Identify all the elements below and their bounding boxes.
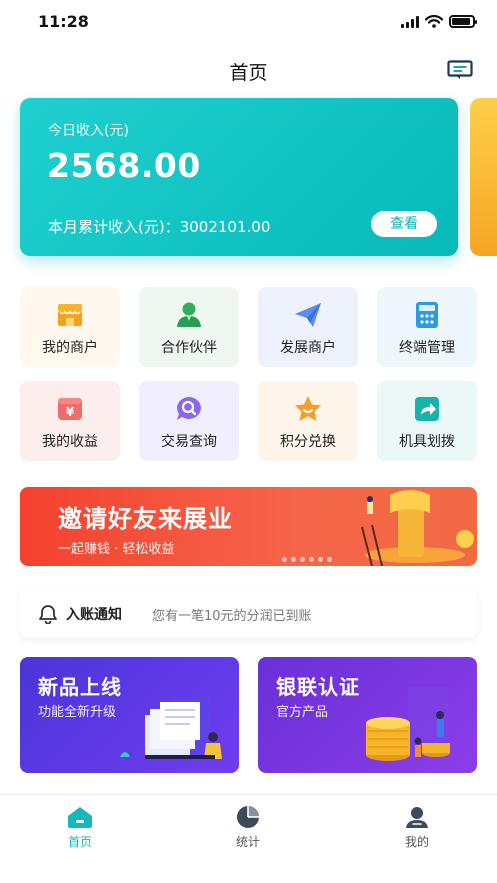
- search-chat-icon: [177, 397, 201, 420]
- menu-item-my-earnings[interactable]: ¥ 我的收益: [20, 381, 120, 461]
- menu-item-label: 发展商户: [280, 340, 336, 356]
- menu-item-device-transfer[interactable]: 机具划拨: [377, 381, 477, 461]
- message-icon[interactable]: [447, 60, 473, 80]
- tab-statistics[interactable]: 统计: [198, 805, 298, 850]
- user-icon: [406, 807, 428, 828]
- shop-icon: [58, 304, 82, 326]
- partner-icon: [177, 302, 201, 327]
- tab-bar: 首页 统计 我的: [0, 794, 497, 883]
- wifi-icon: [425, 15, 443, 28]
- menu-item-partners[interactable]: 合作伙伴: [139, 287, 239, 367]
- income-card: 今日收入(元) 2568.00 本月累计收入(元)：3002101.00 查看: [20, 98, 458, 256]
- menu-item-transaction-query[interactable]: 交易查询: [139, 381, 239, 461]
- paper-plane-icon: [295, 303, 321, 327]
- promo-card-unionpay[interactable]: 银联认证 官方产品: [258, 657, 477, 773]
- banner-pagination[interactable]: [282, 557, 332, 562]
- page-title: 首页: [229, 62, 268, 84]
- menu-item-label: 机具划拨: [399, 434, 455, 450]
- promo-subtitle: 官方产品: [276, 705, 329, 720]
- notice-text: 您有一笔10元的分润已到账: [152, 609, 312, 624]
- svg-text:¥: ¥: [66, 405, 75, 419]
- menu-item-label: 交易查询: [161, 434, 217, 450]
- menu-item-terminal-management[interactable]: 终端管理: [377, 287, 477, 367]
- battery-icon: [449, 15, 477, 28]
- star-icon: [295, 396, 321, 421]
- next-card-peek[interactable]: [470, 98, 497, 256]
- menu-item-my-merchants[interactable]: 我的商户: [20, 287, 120, 367]
- banner-subtitle: 一起赚钱 · 轻松收益: [58, 542, 175, 557]
- tab-profile[interactable]: 我的: [367, 805, 467, 850]
- yen-wallet-icon: ¥: [58, 398, 82, 420]
- share-arrow-icon: [415, 397, 439, 421]
- nav-bar: 首页: [0, 46, 497, 96]
- income-notice[interactable]: 入账通知 您有一笔10元的分润已到账: [20, 588, 477, 638]
- today-income-label: 今日收入(元): [48, 123, 129, 139]
- menu-item-label: 我的商户: [42, 340, 98, 356]
- pos-terminal-icon: [416, 302, 438, 328]
- today-income-amount: 2568.00: [47, 146, 201, 185]
- status-time: 11:28: [38, 12, 89, 31]
- invite-banner[interactable]: 邀请好友来展业 一起赚钱 · 轻松收益: [20, 487, 477, 566]
- menu-item-label: 积分兑换: [280, 434, 336, 450]
- promo-subtitle: 功能全新升级: [38, 705, 117, 720]
- signal-icon: [401, 15, 419, 28]
- view-button[interactable]: 查看: [371, 211, 437, 237]
- tab-label: 首页: [67, 835, 92, 849]
- banner-title: 邀请好友来展业: [58, 505, 233, 533]
- promo-title: 新品上线: [38, 675, 122, 699]
- menu-item-label: 终端管理: [399, 340, 455, 356]
- promo-title: 银联认证: [276, 675, 360, 699]
- month-income-label: 本月累计收入(元)：3002101.00: [48, 218, 271, 236]
- bell-icon: [39, 605, 57, 624]
- tab-label: 统计: [235, 835, 260, 849]
- promo-card-new-products[interactable]: 新品上线 功能全新升级: [20, 657, 239, 773]
- tab-label: 我的: [404, 835, 429, 849]
- menu-item-points-exchange[interactable]: 积分兑换: [258, 381, 358, 461]
- status-icons: [401, 15, 477, 28]
- status-bar: 11:28: [0, 0, 497, 46]
- menu-item-develop-merchants[interactable]: 发展商户: [258, 287, 358, 367]
- pie-chart-icon: [237, 806, 259, 828]
- notice-label: 入账通知: [66, 607, 122, 623]
- menu-item-label: 合作伙伴: [161, 340, 217, 356]
- home-icon: [68, 807, 92, 828]
- menu-item-label: 我的收益: [42, 434, 98, 450]
- tab-home[interactable]: 首页: [30, 805, 130, 850]
